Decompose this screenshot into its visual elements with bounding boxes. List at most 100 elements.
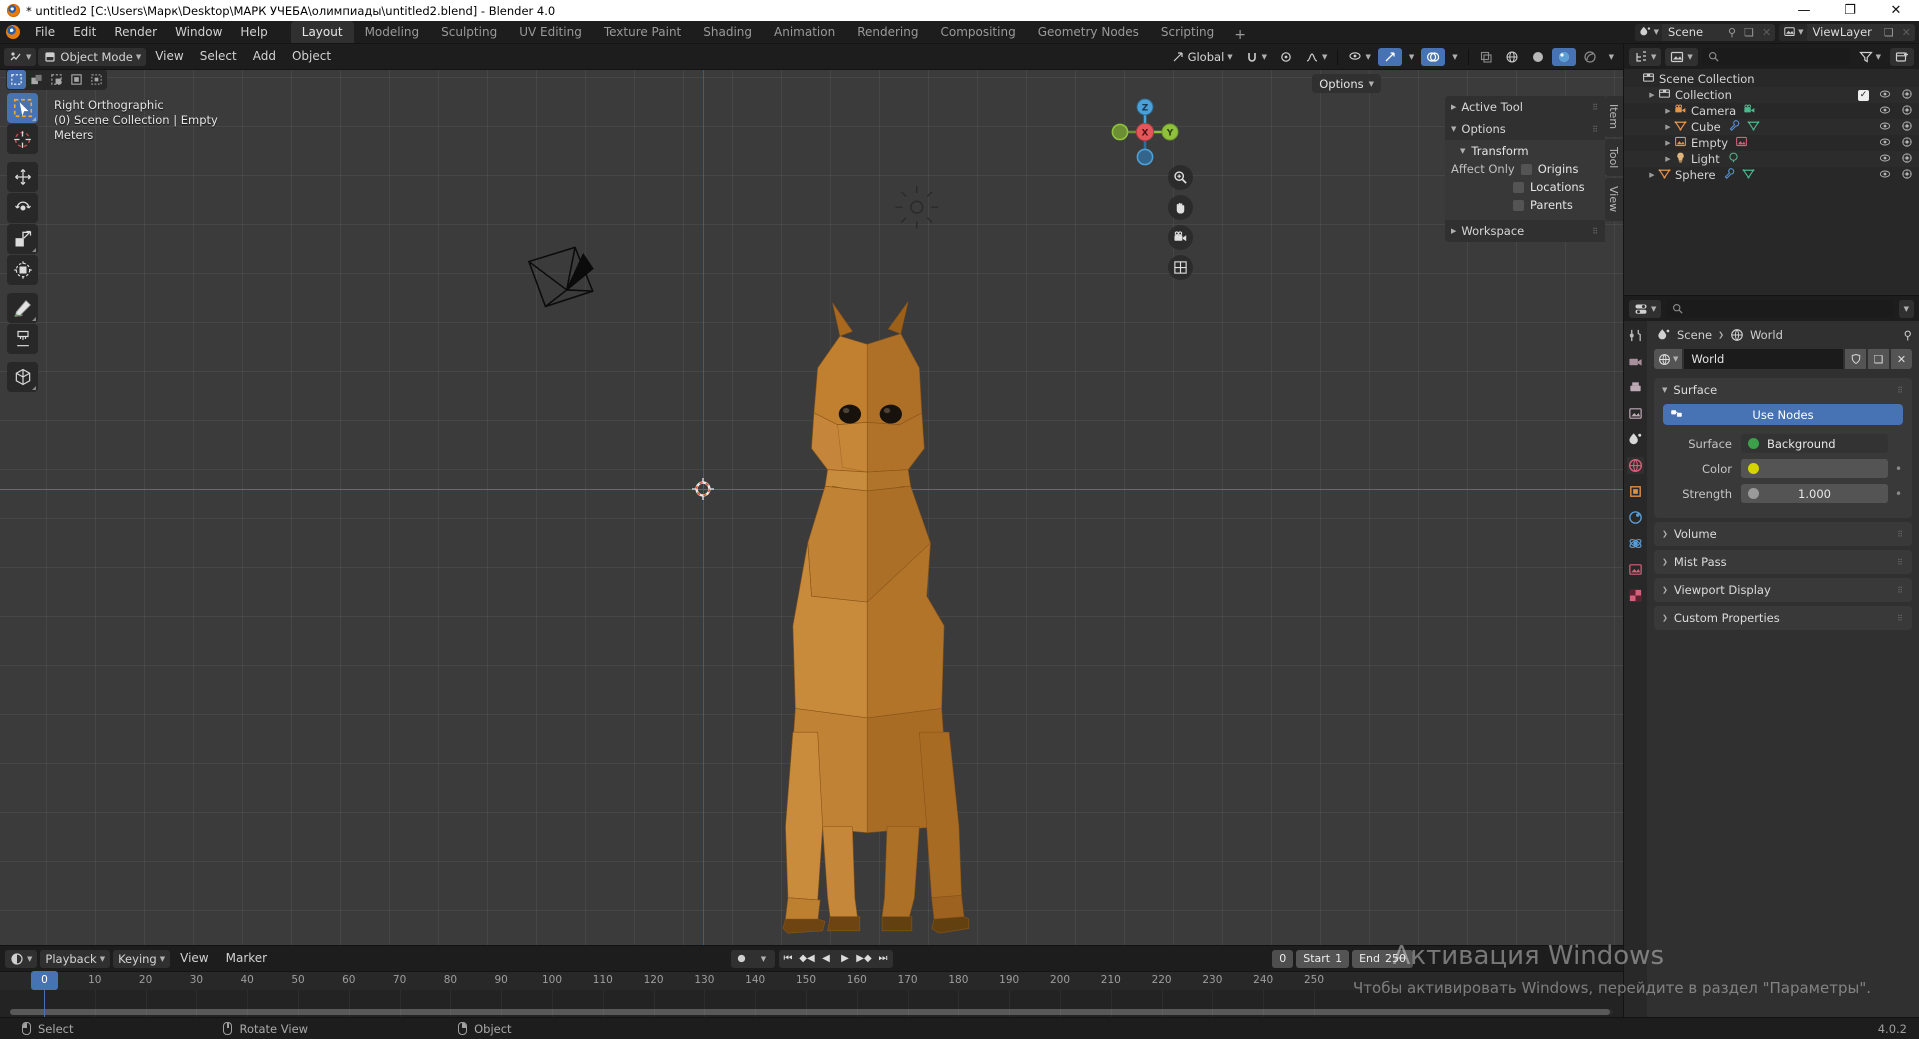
sidebar-tab-item[interactable]: Item: [1605, 96, 1623, 138]
new-viewlayer-icon[interactable]: ❏: [1880, 24, 1898, 41]
menu-file[interactable]: File: [26, 21, 64, 43]
sidebar-section-active-tool[interactable]: ▶ Active Tool ⠿: [1445, 96, 1605, 118]
remove-viewlayer-icon[interactable]: ✕: [1898, 24, 1915, 41]
zoom-view-icon[interactable]: [1168, 165, 1193, 190]
tool-rotate[interactable]: [7, 193, 38, 223]
new-collection-icon[interactable]: [1890, 47, 1914, 66]
show-overlays-icon[interactable]: [1421, 47, 1446, 66]
auto-keying-group[interactable]: ▼: [730, 949, 775, 968]
3d-viewport[interactable]: Right Orthographic (0) Scene Collection …: [0, 70, 1623, 945]
menu-render[interactable]: Render: [105, 21, 166, 43]
keying-options-icon[interactable]: ▼: [753, 955, 775, 963]
panel-viewport-display[interactable]: ❯ Viewport Display ⠿: [1654, 578, 1912, 602]
menu-help[interactable]: Help: [231, 21, 276, 43]
disclosure-triangle-icon[interactable]: ▶: [1662, 123, 1674, 131]
play-reverse-button[interactable]: ◀: [817, 950, 836, 968]
tab-geometry-nodes[interactable]: Geometry Nodes: [1027, 21, 1150, 43]
outliner-row[interactable]: ▶ Camera: [1624, 103, 1919, 119]
light-data-icon[interactable]: [1727, 151, 1740, 167]
shading-material-preview-icon[interactable]: [1551, 47, 1576, 66]
current-frame-field[interactable]: 0: [1272, 949, 1294, 968]
panel-volume[interactable]: ❯ Volume ⠿: [1654, 522, 1912, 546]
viewport-options-button[interactable]: Options ▼: [1312, 74, 1381, 93]
snap-magnet-icon[interactable]: ▼: [1240, 48, 1272, 66]
proportional-edit-icon[interactable]: [1274, 48, 1298, 66]
disclosure-triangle-icon[interactable]: ▶: [1646, 91, 1658, 99]
camera-view-icon[interactable]: [1168, 225, 1193, 250]
sidebar-section-options[interactable]: ▼ Options ⠿: [1445, 118, 1605, 140]
hide-in-viewport-icon[interactable]: [1879, 88, 1891, 103]
tab-compositing[interactable]: Compositing: [929, 21, 1026, 43]
timeline-track-area[interactable]: 0: [0, 971, 1623, 1017]
field-surface-value-dropdown[interactable]: Background: [1741, 434, 1888, 453]
timeline-view-menu[interactable]: View: [173, 946, 215, 971]
jump-to-end-button[interactable]: ⏭: [874, 950, 893, 968]
navigation-gizmo[interactable]: Z Y X: [1107, 94, 1183, 170]
tool-measure[interactable]: [7, 324, 38, 354]
scene-browse-icon[interactable]: ▼: [1634, 23, 1662, 41]
start-frame-field[interactable]: Start 1: [1296, 949, 1350, 968]
tab-sculpting[interactable]: Sculpting: [430, 21, 508, 43]
tool-move[interactable]: [7, 162, 38, 192]
tab-material-properties[interactable]: [1627, 561, 1644, 578]
modifier-icon[interactable]: [1723, 167, 1736, 183]
camera-data-icon[interactable]: [1743, 103, 1756, 119]
disable-in-render-icon[interactable]: [1901, 152, 1913, 167]
outliner-filter-icon[interactable]: ▼: [1854, 48, 1886, 66]
mesh-data-icon[interactable]: [1747, 119, 1760, 135]
outliner-row[interactable]: ▶ Collection ✓: [1624, 87, 1919, 103]
unlink-scene-icon[interactable]: ✕: [1758, 24, 1775, 41]
tool-add-cube[interactable]: [7, 362, 38, 392]
tab-modifier-properties[interactable]: [1627, 509, 1644, 526]
disable-in-render-icon[interactable]: [1901, 104, 1913, 119]
timeline-playhead[interactable]: 0: [31, 971, 58, 1017]
outliner-display-mode-selector[interactable]: ▼: [1665, 47, 1698, 66]
modifier-icon[interactable]: [1728, 119, 1741, 135]
field-color-value-swatch[interactable]: [1741, 459, 1888, 478]
show-gizmo-icon[interactable]: [1377, 47, 1402, 66]
play-button[interactable]: ▶: [836, 950, 855, 968]
panel-custom-properties[interactable]: ❯ Custom Properties ⠿: [1654, 606, 1912, 630]
sidebar-tab-view[interactable]: View: [1605, 178, 1623, 221]
field-strength-value-slider[interactable]: 1.000: [1741, 484, 1888, 503]
outliner-row[interactable]: ▶ Empty: [1624, 135, 1919, 151]
timeline-marker-menu[interactable]: Marker: [219, 946, 274, 971]
tab-animation[interactable]: Animation: [763, 21, 846, 43]
tab-layout[interactable]: Layout: [290, 21, 354, 43]
properties-search-input[interactable]: [1666, 300, 1894, 317]
sidebar-tab-tool[interactable]: Tool: [1605, 139, 1623, 177]
new-world-icon[interactable]: ❏: [1868, 349, 1889, 369]
panel-mist-pass[interactable]: ❯ Mist Pass ⠿: [1654, 550, 1912, 574]
disable-in-render-icon[interactable]: [1901, 88, 1913, 103]
viewport-menu-add[interactable]: Add: [246, 44, 283, 69]
end-frame-field[interactable]: End 250: [1352, 949, 1413, 968]
disclosure-triangle-icon[interactable]: ▶: [1662, 139, 1674, 147]
breadcrumb-world[interactable]: World: [1750, 328, 1783, 342]
jump-to-prev-keyframe-button[interactable]: ◆◀: [798, 950, 817, 968]
outliner-row[interactable]: ▶ Sphere: [1624, 167, 1919, 183]
disclosure-triangle-icon[interactable]: ▶: [1662, 155, 1674, 163]
timeline-ruler[interactable]: 0 10 20 30 40 50 60 70 80 90 100 110 120 130 140 150 160…: [0, 971, 1623, 991]
viewport-menu-select[interactable]: Select: [193, 44, 244, 69]
disable-in-render-icon[interactable]: [1901, 120, 1913, 135]
disable-in-render-icon[interactable]: [1901, 136, 1913, 151]
tab-render-properties[interactable]: [1627, 353, 1644, 370]
select-difference-icon[interactable]: [87, 70, 106, 89]
tool-scale[interactable]: [7, 224, 38, 254]
image-data-icon[interactable]: [1735, 135, 1748, 151]
breadcrumb-scene[interactable]: Scene: [1677, 328, 1712, 342]
blender-logo-icon[interactable]: [0, 21, 26, 43]
use-nodes-button[interactable]: Use Nodes: [1663, 404, 1903, 425]
jump-to-start-button[interactable]: ⏮: [779, 950, 798, 968]
tab-uv-editing[interactable]: UV Editing: [508, 21, 593, 43]
timeline-editor-type-selector[interactable]: ▼: [5, 949, 38, 968]
tab-tool-properties[interactable]: [1627, 327, 1644, 344]
scene-selector[interactable]: ▼ Scene ⚲ ❏ ✕: [1634, 23, 1776, 41]
timeline-scrollbar[interactable]: [10, 1009, 1613, 1015]
tool-annotate[interactable]: [7, 293, 38, 323]
tab-world-properties[interactable]: [1627, 457, 1644, 474]
select-box-icon[interactable]: [7, 70, 26, 89]
tab-shading[interactable]: Shading: [692, 21, 763, 43]
jump-to-next-keyframe-button[interactable]: ▶◆: [855, 950, 874, 968]
tab-rendering[interactable]: Rendering: [846, 21, 929, 43]
